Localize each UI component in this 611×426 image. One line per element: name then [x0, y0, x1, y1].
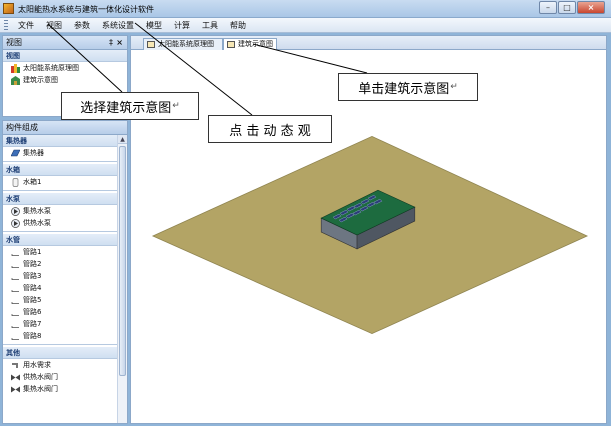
- pointer-line: [47, 23, 123, 93]
- callout-text: 单击建筑示意图: [358, 81, 450, 97]
- return-mark: ↵: [450, 82, 458, 92]
- callout-dynamic-view: 点 击 动 态 观: [208, 115, 332, 143]
- callout-text: 点 击 动 态 观: [229, 123, 311, 139]
- callout-text: 选择建筑示意图: [80, 100, 172, 116]
- callout-click-building: 单击建筑示意图 ↵: [338, 73, 478, 101]
- pointer-line: [252, 43, 368, 74]
- callout-pointers: [47, 22, 368, 116]
- callout-select-building: 选择建筑示意图 ↵: [61, 92, 199, 120]
- return-mark: ↵: [172, 101, 180, 111]
